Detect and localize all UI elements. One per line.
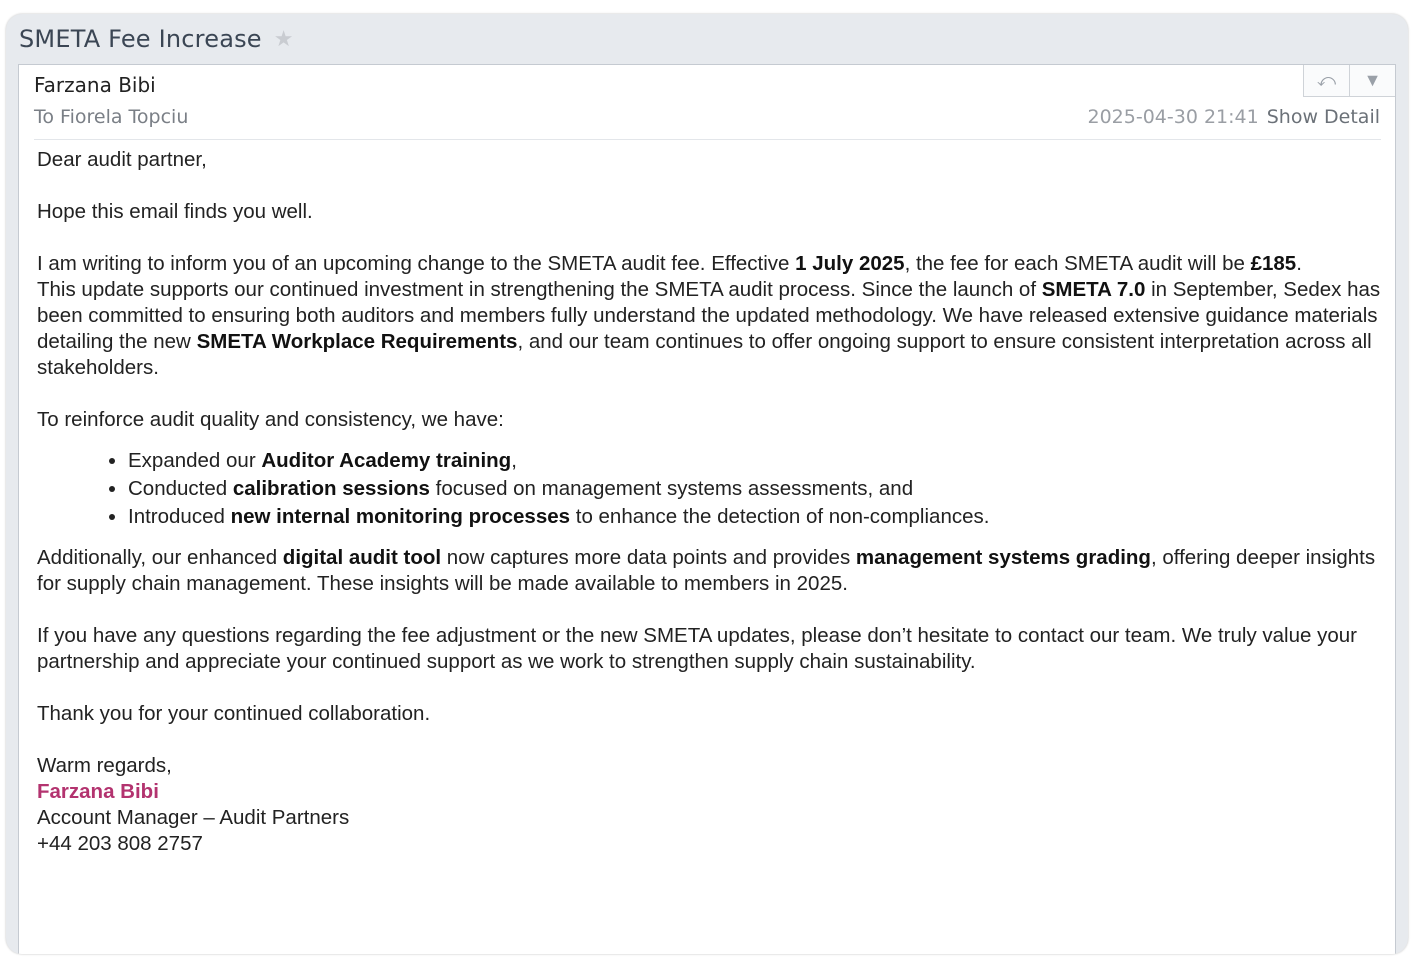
- email-window: SMETA Fee Increase ★ Farzana Bibi To Fio…: [6, 14, 1408, 954]
- message-header: Farzana Bibi To Fiorela Topciu ⤺ ▼ 2025-…: [19, 65, 1395, 140]
- greeting: Dear audit partner,: [37, 148, 207, 171]
- email-subject: SMETA Fee Increase: [19, 25, 262, 53]
- management-grading: management systems grading: [855, 546, 1151, 569]
- header-divider: [34, 139, 1381, 140]
- signature-title: Account Manager – Audit Partners: [37, 806, 350, 829]
- closing-line: Warm regards,: [37, 754, 172, 777]
- message-actions: ⤺ ▼: [1303, 65, 1395, 97]
- effective-date: 1 July 2025: [795, 252, 905, 275]
- title-bar: SMETA Fee Increase ★: [6, 14, 1408, 64]
- smeta-version: SMETA 7.0: [1041, 278, 1146, 301]
- sender-name[interactable]: Farzana Bibi: [34, 73, 156, 97]
- questions-paragraph: If you have any questions regarding the …: [37, 624, 1357, 673]
- list-item: Introduced new internal monitoring proce…: [128, 503, 1382, 531]
- message-date: 2025-04-30 21:41: [1087, 106, 1259, 128]
- show-detail-link[interactable]: Show Detail: [1267, 106, 1380, 128]
- measures-list: Expanded our Auditor Academy training, C…: [37, 447, 1382, 531]
- message-panel: Farzana Bibi To Fiorela Topciu ⤺ ▼ 2025-…: [18, 64, 1396, 954]
- fee-paragraph: I am writing to inform you of an upcomin…: [37, 252, 1302, 275]
- message-body: Dear audit partner, Hope this email find…: [37, 147, 1382, 857]
- chevron-down-icon[interactable]: ▼: [1349, 65, 1395, 96]
- digital-tool-paragraph: Additionally, our enhanced digital audit…: [37, 546, 1376, 595]
- thanks-line: Thank you for your continued collaborati…: [37, 702, 431, 725]
- recipient-line: To Fiorela Topciu: [34, 106, 189, 128]
- message-meta: 2025-04-30 21:41 Show Detail: [1088, 106, 1381, 128]
- reinforce-paragraph: To reinforce audit quality and consisten…: [37, 408, 504, 431]
- workplace-requirements: SMETA Workplace Requirements: [196, 330, 518, 353]
- list-item: Conducted calibration sessions focused o…: [128, 475, 1382, 503]
- signature-phone[interactable]: +44 203 808 2757: [37, 831, 1382, 857]
- star-icon[interactable]: ★: [274, 26, 294, 52]
- signature-name: Farzana Bibi: [37, 780, 159, 803]
- reply-icon[interactable]: ⤺: [1304, 65, 1349, 96]
- list-item: Expanded our Auditor Academy training,: [128, 447, 1382, 475]
- update-paragraph: This update supports our continued inves…: [37, 278, 1381, 379]
- digital-audit-tool: digital audit tool: [282, 546, 442, 569]
- fee-amount: £185: [1250, 252, 1297, 275]
- intro-line: Hope this email finds you well.: [37, 200, 313, 223]
